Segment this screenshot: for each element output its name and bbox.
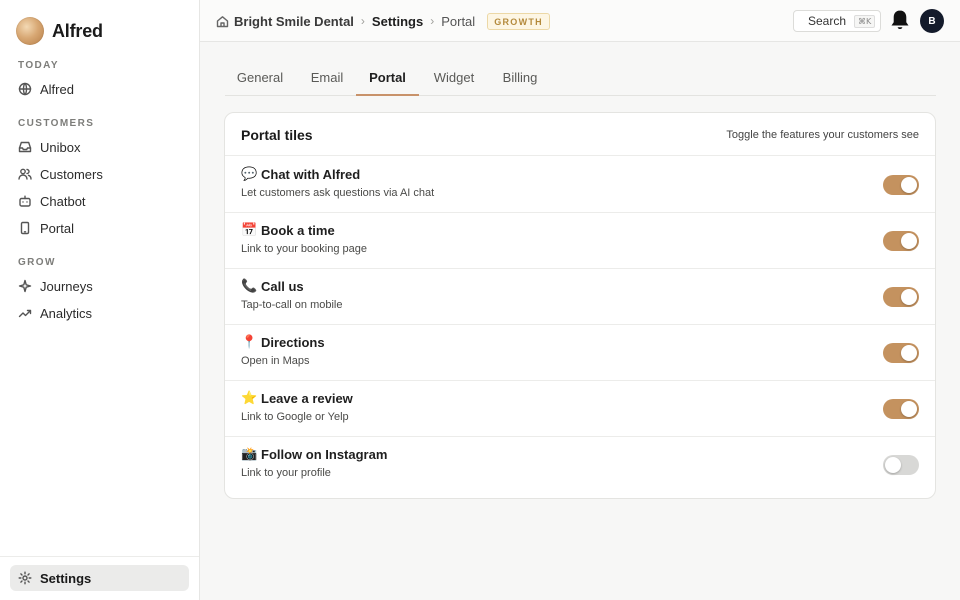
app-name: Alfred <box>52 20 103 41</box>
directions-toggle[interactable] <box>883 343 919 363</box>
tile-title-text: Book a time <box>261 223 335 238</box>
breadcrumb-separator: › <box>360 14 365 28</box>
tile-title-text: Leave a review <box>261 391 353 406</box>
sidebar-item-customers[interactable]: Customers <box>10 161 189 187</box>
review-toggle[interactable] <box>883 399 919 419</box>
users-icon <box>18 167 32 181</box>
tile-title-text: Call us <box>261 279 304 294</box>
sidebar-item-label: Alfred <box>40 81 74 97</box>
sidebar-item-chatbot[interactable]: Chatbot <box>10 188 189 214</box>
breadcrumb-separator: › <box>430 14 435 28</box>
brand[interactable]: Alfred <box>16 17 103 45</box>
sidebar-divider <box>0 556 199 557</box>
tile-title: 📞 Call us <box>241 279 304 294</box>
tile-description: Let customers ask questions via AI chat <box>241 187 435 199</box>
nav-section-grow: GROW <box>18 257 56 268</box>
breadcrumb-portal: Portal <box>441 13 476 29</box>
tile-title-text: Follow on Instagram <box>261 447 388 462</box>
inbox-icon <box>18 140 32 154</box>
bell-icon[interactable] <box>889 8 911 32</box>
settings-tabs: General Email Portal Widget Billing <box>225 64 936 96</box>
tile-row-call: 📞 Call us Tap-to-call on mobile <box>225 269 935 325</box>
tile-title-text: Directions <box>261 335 325 350</box>
tile-title: 📅 Book a time <box>241 223 335 238</box>
search-label: Search <box>808 14 847 28</box>
tile-title: 💬 Chat with Alfred <box>241 167 360 182</box>
phone-icon <box>18 221 32 235</box>
toggle-knob <box>901 401 917 417</box>
star-icon: ⭐ <box>241 391 258 406</box>
tile-row-review: ⭐ Leave a review Link to Google or Yelp <box>225 381 935 437</box>
toggle-knob <box>901 345 917 361</box>
book-toggle[interactable] <box>883 231 919 251</box>
tile-description: Link to your profile <box>241 467 331 479</box>
plan-badge: GROWTH <box>487 12 550 30</box>
sidebar-item-label: Unibox <box>40 139 81 155</box>
breadcrumb: Bright Smile Dental › Settings › Portal … <box>216 12 550 30</box>
avatar[interactable]: B <box>920 9 944 33</box>
tab-email[interactable]: Email <box>305 64 349 96</box>
tile-row-book: 📅 Book a time Link to your booking page <box>225 213 935 269</box>
tab-billing[interactable]: Billing <box>497 64 543 96</box>
alfred-logo <box>16 17 44 45</box>
search-button[interactable]: Search ⌘K <box>793 10 881 32</box>
globe-icon <box>18 82 32 96</box>
tile-row-chat: 💬 Chat with Alfred Let customers ask ques… <box>225 157 935 213</box>
camera-icon: 📸 <box>241 447 258 462</box>
card-header: Portal tiles Toggle the features your cu… <box>225 113 935 156</box>
tile-title: ⭐ Leave a review <box>241 391 353 406</box>
tile-description: Tap-to-call on mobile <box>241 299 343 311</box>
sidebar-item-unibox[interactable]: Unibox <box>10 134 189 160</box>
sidebar-item-label: Chatbot <box>40 193 86 209</box>
sidebar-item-label: Portal <box>40 220 74 236</box>
toggle-knob <box>901 289 917 305</box>
map-pin-icon: 📍 <box>241 335 258 350</box>
sidebar-item-portal[interactable]: Portal <box>10 215 189 241</box>
phone-receiver-icon: 📞 <box>241 279 258 294</box>
tile-row-instagram: 📸 Follow on Instagram Link to your profil… <box>225 437 935 493</box>
sidebar-item-analytics[interactable]: Analytics <box>10 300 189 326</box>
sparkle-icon <box>18 279 32 293</box>
nav-section-today: TODAY <box>18 60 59 71</box>
nav-section-customers: CUSTOMERS <box>18 118 95 129</box>
sidebar-item-settings[interactable]: Settings <box>10 565 189 591</box>
topbar: Bright Smile Dental › Settings › Portal … <box>200 0 960 42</box>
portal-tiles-card: Portal tiles Toggle the features your cu… <box>224 112 936 499</box>
chat-bubble-icon: 💬 <box>241 167 258 182</box>
breadcrumb-settings[interactable]: Settings <box>372 14 423 29</box>
tile-description: Link to Google or Yelp <box>241 411 349 423</box>
calendar-icon: 📅 <box>241 223 258 238</box>
tile-title: 📸 Follow on Instagram <box>241 447 387 462</box>
call-toggle[interactable] <box>883 287 919 307</box>
tile-row-directions: 📍 Directions Open in Maps <box>225 325 935 381</box>
toggle-knob <box>885 457 901 473</box>
tab-widget[interactable]: Widget <box>428 64 480 96</box>
tab-general[interactable]: General <box>225 64 295 96</box>
breadcrumb-workspace[interactable]: Bright Smile Dental <box>234 14 354 29</box>
card-title: Portal tiles <box>241 127 313 143</box>
chat-toggle[interactable] <box>883 175 919 195</box>
toggle-knob <box>901 233 917 249</box>
tab-portal[interactable]: Portal <box>356 64 419 96</box>
card-hint: Toggle the features your customers see <box>726 129 919 141</box>
sidebar: Alfred TODAY Alfred CUSTOMERS Unibox Cus… <box>0 0 200 600</box>
sidebar-item-label: Settings <box>40 570 92 586</box>
home-icon[interactable] <box>216 15 229 28</box>
sidebar-item-label: Customers <box>40 166 103 182</box>
bot-icon <box>18 194 32 208</box>
sidebar-item-journeys[interactable]: Journeys <box>10 273 189 299</box>
tile-title-text: Chat with Alfred <box>261 167 361 182</box>
sidebar-item-label: Analytics <box>40 305 93 321</box>
toggle-knob <box>901 177 917 193</box>
instagram-toggle[interactable] <box>883 455 919 475</box>
tile-description: Link to your booking page <box>241 243 367 255</box>
gear-icon <box>18 571 32 585</box>
sidebar-item-alfred[interactable]: Alfred <box>10 76 189 102</box>
tile-title: 📍 Directions <box>241 335 325 350</box>
trend-icon <box>18 306 32 320</box>
tile-description: Open in Maps <box>241 355 310 367</box>
sidebar-item-label: Journeys <box>40 278 93 294</box>
search-shortcut: ⌘K <box>854 14 876 28</box>
